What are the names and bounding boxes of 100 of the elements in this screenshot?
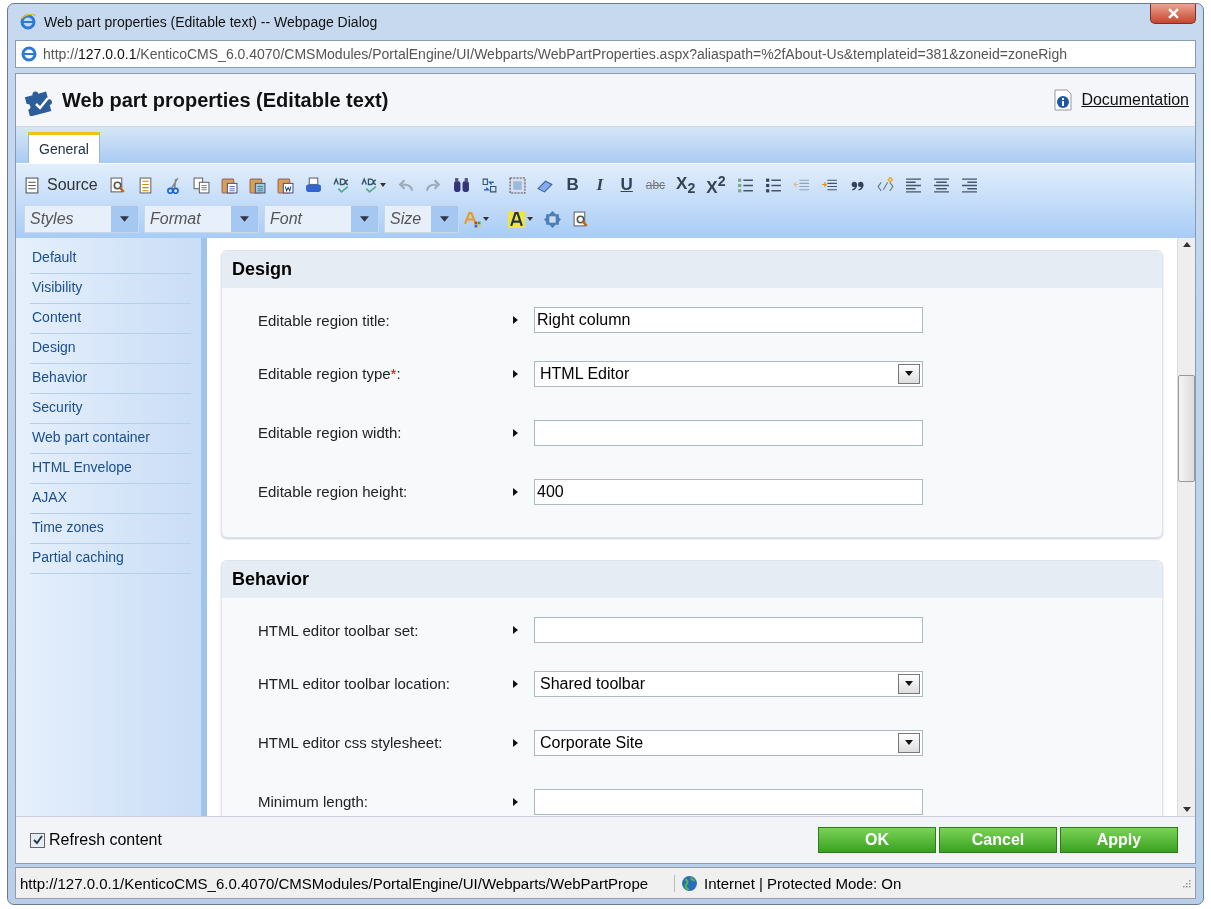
toolbar-dropdown[interactable]: Styles bbox=[24, 205, 139, 233]
resize-grip-icon bbox=[1181, 878, 1191, 888]
caret-icon bbox=[905, 740, 913, 745]
expand-arrow-icon[interactable] bbox=[513, 369, 518, 378]
scroll-up-icon bbox=[1182, 242, 1191, 247]
section-title: Behavior bbox=[222, 561, 1162, 598]
status-url: http://127.0.0.1/KenticoCMS_6.0.4070/CMSModules/PortalEngine/UI/Webparts/WebPartPrope bbox=[20, 874, 675, 892]
security-zone: Internet | Protected Mode: On bbox=[704, 874, 902, 892]
scrollbar[interactable] bbox=[1177, 238, 1195, 816]
spellcheck-icon[interactable] bbox=[360, 176, 378, 194]
sidebar-item[interactable]: Time zones bbox=[30, 514, 191, 544]
format-button[interactable]: abc bbox=[645, 178, 666, 192]
sidebar-item[interactable]: Design bbox=[30, 334, 191, 364]
binoculars-icon[interactable] bbox=[452, 176, 470, 194]
format-button[interactable]: I bbox=[591, 175, 608, 195]
caret-icon bbox=[440, 216, 449, 222]
dropdown[interactable]: Corporate Site bbox=[534, 729, 923, 756]
sidebar-item[interactable]: Web part container bbox=[30, 424, 191, 454]
section-title: Design bbox=[222, 251, 1162, 288]
field-label: Editable region type*: bbox=[258, 365, 402, 382]
printer-icon[interactable] bbox=[304, 176, 322, 194]
caret-icon bbox=[905, 371, 913, 376]
documentation-link[interactable]: Documentation bbox=[1081, 91, 1189, 109]
sidebar-item[interactable]: Behavior bbox=[30, 364, 191, 394]
address-bar[interactable]: http://127.0.0.1/KenticoCMS_6.0.4070/CMSModules/PortalEngine/UI/Webparts/WebPartProperties.aspx?aliaspath=%2fAbout-Us&templateid=381&zoneid=zoneRigh bbox=[15, 40, 1196, 68]
sidebar-item[interactable]: AJAX bbox=[30, 484, 191, 514]
align-center-icon[interactable] bbox=[932, 176, 950, 194]
text-field[interactable]: Right column bbox=[534, 307, 923, 333]
document-icon bbox=[24, 176, 41, 194]
clipboard-icon[interactable] bbox=[248, 176, 266, 194]
expand-arrow-icon[interactable] bbox=[513, 428, 518, 437]
dropdown[interactable]: HTML Editor bbox=[534, 360, 923, 387]
caret-icon[interactable] bbox=[483, 217, 489, 221]
expand-arrow-icon[interactable] bbox=[513, 679, 518, 688]
tab[interactable]: General bbox=[28, 132, 100, 163]
scissors-icon[interactable] bbox=[164, 176, 182, 194]
expand-arrow-icon[interactable] bbox=[513, 626, 518, 634]
field-label: Editable region width: bbox=[258, 424, 403, 441]
expand-arrow-icon[interactable] bbox=[513, 738, 518, 747]
align-right-icon[interactable] bbox=[960, 176, 978, 194]
close-icon bbox=[1167, 8, 1179, 19]
bullet-list-icon[interactable] bbox=[764, 176, 782, 194]
expand-arrow-icon[interactable] bbox=[513, 797, 518, 806]
caret-icon bbox=[905, 681, 913, 686]
expand-arrow-icon[interactable] bbox=[513, 316, 518, 324]
text-field[interactable] bbox=[534, 788, 923, 815]
div-container-icon[interactable] bbox=[876, 176, 894, 194]
toolbar-dropdown[interactable]: Format bbox=[144, 205, 259, 233]
info-icon bbox=[1053, 89, 1074, 111]
globe-icon bbox=[681, 874, 698, 892]
field-label: HTML editor toolbar set: bbox=[258, 621, 420, 639]
replace-icon[interactable] bbox=[480, 176, 498, 194]
format-button[interactable]: B bbox=[564, 175, 581, 195]
format-button[interactable]: X$_{2}$ bbox=[676, 173, 696, 197]
sidebar-item[interactable]: Default bbox=[30, 244, 191, 274]
expand-arrow-icon[interactable] bbox=[513, 487, 518, 496]
spellcheck-icon[interactable] bbox=[332, 176, 350, 194]
sidebar-item[interactable]: Visibility bbox=[30, 274, 191, 304]
numbered-list-icon[interactable] bbox=[736, 176, 754, 194]
select-all-icon[interactable] bbox=[508, 176, 526, 194]
scrollbar-thumb[interactable] bbox=[1178, 375, 1195, 482]
window-title: Web part properties (Editable text) -- Webpage Dialog bbox=[44, 14, 378, 30]
format-button[interactable]: X$^{2}$ bbox=[706, 172, 726, 198]
refresh-checkbox[interactable]: Refresh content bbox=[30, 831, 162, 849]
clipboard-icon[interactable] bbox=[276, 176, 294, 194]
address-url: http://127.0.0.1/KenticoCMS_6.0.4070/CMSModules/PortalEngine/UI/Webparts/WebPartProperties.aspx?aliaspath=%2fAbout-Us&templateid=381&zoneid=zoneRigh bbox=[43, 46, 1068, 62]
dropdown[interactable]: Shared toolbar bbox=[534, 670, 923, 697]
text-field[interactable] bbox=[534, 617, 923, 643]
text-field[interactable]: 400 bbox=[534, 478, 923, 505]
field-label: HTML editor css stylesheet: bbox=[258, 734, 444, 751]
sidebar-item[interactable]: Partial caching bbox=[30, 544, 191, 574]
field-label: Editable region height: bbox=[258, 483, 409, 500]
toolbar-dropdown[interactable]: Size bbox=[384, 205, 459, 233]
preview-icon[interactable] bbox=[108, 176, 126, 194]
copy-icon[interactable] bbox=[192, 176, 210, 194]
highlight-color-icon[interactable] bbox=[508, 210, 525, 228]
caret-icon bbox=[240, 216, 249, 222]
field-label: Minimum length: bbox=[258, 793, 370, 810]
caret-icon bbox=[120, 216, 129, 222]
toolbar-dropdown[interactable]: Font bbox=[264, 205, 379, 233]
browser-icon bbox=[20, 14, 36, 30]
sidebar-item[interactable]: Security bbox=[30, 394, 191, 424]
align-left-icon[interactable] bbox=[904, 176, 922, 194]
caret-icon[interactable] bbox=[527, 217, 533, 221]
source-button[interactable]: Source bbox=[24, 176, 98, 194]
sidebar-item[interactable]: HTML Envelope bbox=[30, 454, 191, 484]
text-color-icon[interactable] bbox=[464, 210, 481, 228]
clipboard-icon[interactable] bbox=[220, 176, 238, 194]
sidebar-item[interactable]: Content bbox=[30, 304, 191, 334]
scroll-down-icon bbox=[1182, 807, 1191, 812]
browser-icon bbox=[21, 46, 37, 62]
caret-icon[interactable] bbox=[379, 183, 386, 187]
field-label: HTML editor toolbar location: bbox=[258, 675, 452, 692]
format-button[interactable]: U bbox=[618, 175, 635, 195]
page-title: Web part properties (Editable text) bbox=[62, 88, 389, 112]
field-label: Editable region title: bbox=[258, 311, 391, 329]
widget-icon[interactable] bbox=[544, 210, 561, 228]
preview-icon[interactable] bbox=[572, 210, 589, 228]
text-field[interactable] bbox=[534, 419, 923, 446]
close-button[interactable] bbox=[1150, 4, 1196, 24]
